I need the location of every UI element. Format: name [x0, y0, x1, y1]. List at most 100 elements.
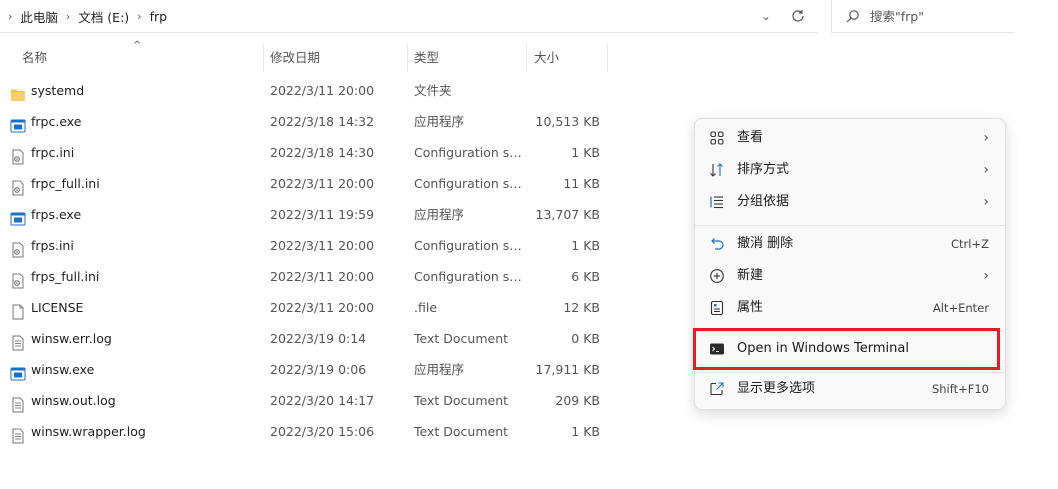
breadcrumb-drive-e[interactable]: 文档 (E:): [78, 7, 129, 26]
file-name: frps_full.ini: [31, 269, 100, 284]
highlight-box: [693, 328, 1000, 370]
shortcut-label: Shift+F10: [931, 382, 989, 396]
file-size: 6 KB: [571, 269, 600, 284]
file-size: 13,707 KB: [535, 207, 600, 222]
column-name[interactable]: 名称: [14, 44, 47, 72]
shortcut-label: Ctrl+Z: [951, 237, 989, 251]
file-size: 1 KB: [571, 424, 600, 439]
chevron-right-icon: ›: [983, 130, 989, 146]
file-row[interactable]: frpc_full.ini 2022/3/11 20:00 Configuratio…: [0, 168, 610, 199]
text-file-icon: [10, 424, 26, 443]
file-row[interactable]: frpc.ini 2022/3/18 14:30 Configuration se.…: [0, 137, 610, 168]
menu-item-label: 撤消 删除: [737, 236, 794, 251]
file-name-cell: LICENSE: [10, 292, 260, 323]
file-row[interactable]: winsw.wrapper.log 2022/3/20 15:06 Text Doc…: [0, 416, 610, 447]
menu-item-group[interactable]: 分组依据 ›: [699, 187, 1003, 217]
file-date: 2022/3/18 14:30: [270, 145, 375, 160]
file-row[interactable]: frps_full.ini 2022/3/11 20:00 Configuratio…: [0, 261, 610, 292]
file-row[interactable]: frpc.exe 2022/3/18 14:32 应用程序 10,513 KB: [0, 106, 610, 137]
properties-icon: [710, 300, 724, 316]
breadcrumb: › 此电脑 › 文档 (E:) › frp: [0, 0, 167, 33]
sort-icon: [710, 163, 723, 177]
plus-circle-icon: [710, 269, 724, 283]
menu-item-view[interactable]: 查看 ›: [699, 123, 1003, 153]
menu-item-label: 分组依据: [737, 194, 790, 209]
search-box[interactable]: [831, 0, 1015, 33]
file-row[interactable]: frps.exe 2022/3/11 19:59 应用程序 13,707 KB: [0, 199, 610, 230]
chevron-down-icon[interactable]: ⌄: [758, 8, 774, 24]
column-header: 名称 修改日期 类型 大小: [0, 44, 610, 72]
file-type: Text Document: [414, 393, 509, 408]
file-name: frpc.ini: [31, 145, 75, 160]
menu-item-label: 属性: [737, 300, 764, 315]
menu-item-label: 新建: [737, 268, 764, 283]
text-file-icon: [10, 331, 26, 350]
folder-icon: [10, 83, 26, 101]
file-date: 2022/3/19 0:06: [270, 362, 367, 377]
file-row[interactable]: frps.ini 2022/3/11 20:00 Configuration se.…: [0, 230, 610, 261]
file-name: systemd: [31, 83, 85, 98]
column-type[interactable]: 类型: [406, 44, 439, 72]
file-name-cell: winsw.wrapper.log: [10, 416, 260, 447]
file-name: frps.ini: [31, 238, 74, 253]
file-row[interactable]: winsw.exe 2022/3/19 0:06 应用程序 17,911 KB: [0, 354, 610, 385]
config-file-icon: [10, 269, 26, 288]
file-date: 2022/3/11 20:00: [270, 176, 375, 191]
menu-item-properties[interactable]: 属性 Alt+Enter: [699, 293, 1003, 323]
external-icon: [710, 382, 724, 396]
file-name-cell: frpc.exe: [10, 106, 260, 137]
menu-item-new[interactable]: 新建 ›: [699, 261, 1003, 291]
file-size: 1 KB: [571, 238, 600, 253]
file-date: 2022/3/19 0:14: [270, 331, 367, 346]
file-list: systemd 2022/3/11 20:00 文件夹 frpc.exe 2022/3/…: [0, 75, 610, 447]
file-type: Configuration se...: [414, 269, 524, 284]
menu-item-label: 查看: [737, 130, 764, 145]
file-row[interactable]: LICENSE 2022/3/11 20:00 .file 12 KB: [0, 292, 610, 323]
config-file-icon: [10, 176, 26, 195]
file-name: frpc_full.ini: [31, 176, 100, 191]
file-date: 2022/3/20 14:17: [270, 393, 375, 408]
breadcrumb-frp[interactable]: frp: [150, 9, 167, 24]
file-row[interactable]: winsw.out.log 2022/3/20 14:17 Text Documen…: [0, 385, 610, 416]
file-size: 12 KB: [563, 300, 600, 315]
column-divider[interactable]: [607, 44, 608, 72]
exe-icon: [10, 114, 26, 132]
file-name-cell: frpc.ini: [10, 137, 260, 168]
menu-separator: [695, 372, 1005, 373]
chevron-right-icon: ›: [983, 194, 989, 210]
file-name-cell: frpc_full.ini: [10, 168, 260, 199]
file-name-cell: systemd: [10, 75, 260, 106]
file-size: [520, 75, 600, 106]
file-type: Text Document: [414, 424, 509, 439]
breadcrumb-this-pc[interactable]: 此电脑: [20, 7, 58, 26]
menu-item-show-more[interactable]: 显示更多选项 Shift+F10: [699, 374, 1003, 404]
file-name-cell: frps_full.ini: [10, 261, 260, 292]
config-file-icon: [10, 145, 26, 164]
address-bar[interactable]: › 此电脑 › 文档 (E:) › frp ⌄: [0, 0, 818, 33]
refresh-icon[interactable]: [789, 7, 807, 25]
file-size: 17,911 KB: [535, 362, 600, 377]
search-input[interactable]: [870, 8, 1010, 24]
blank-file-icon: [10, 300, 26, 319]
file-name: frps.exe: [31, 207, 82, 222]
file-row[interactable]: winsw.err.log 2022/3/19 0:14 Text Document…: [0, 323, 610, 354]
file-name: winsw.exe: [31, 362, 95, 377]
file-type: Configuration se...: [414, 176, 524, 191]
menu-item-sort[interactable]: 排序方式 ›: [699, 155, 1003, 185]
file-name-cell: frps.ini: [10, 230, 260, 261]
file-name-cell: winsw.exe: [10, 354, 260, 385]
column-size[interactable]: 大小: [526, 44, 559, 72]
menu-item-undo[interactable]: 撤消 删除 Ctrl+Z: [699, 229, 1003, 259]
file-type: Configuration se...: [414, 145, 524, 160]
file-row[interactable]: systemd 2022/3/11 20:00 文件夹: [0, 75, 610, 106]
chevron-right-icon: ›: [983, 268, 989, 284]
group-list-icon: [710, 196, 723, 209]
file-size: 11 KB: [563, 176, 600, 191]
column-date[interactable]: 修改日期: [262, 44, 320, 72]
file-type: Configuration se...: [414, 238, 524, 253]
file-size: 209 KB: [555, 393, 600, 408]
file-date: 2022/3/11 20:00: [270, 83, 375, 98]
config-file-icon: [10, 238, 26, 257]
file-date: 2022/3/20 15:06: [270, 424, 375, 439]
undo-icon: [711, 238, 724, 250]
